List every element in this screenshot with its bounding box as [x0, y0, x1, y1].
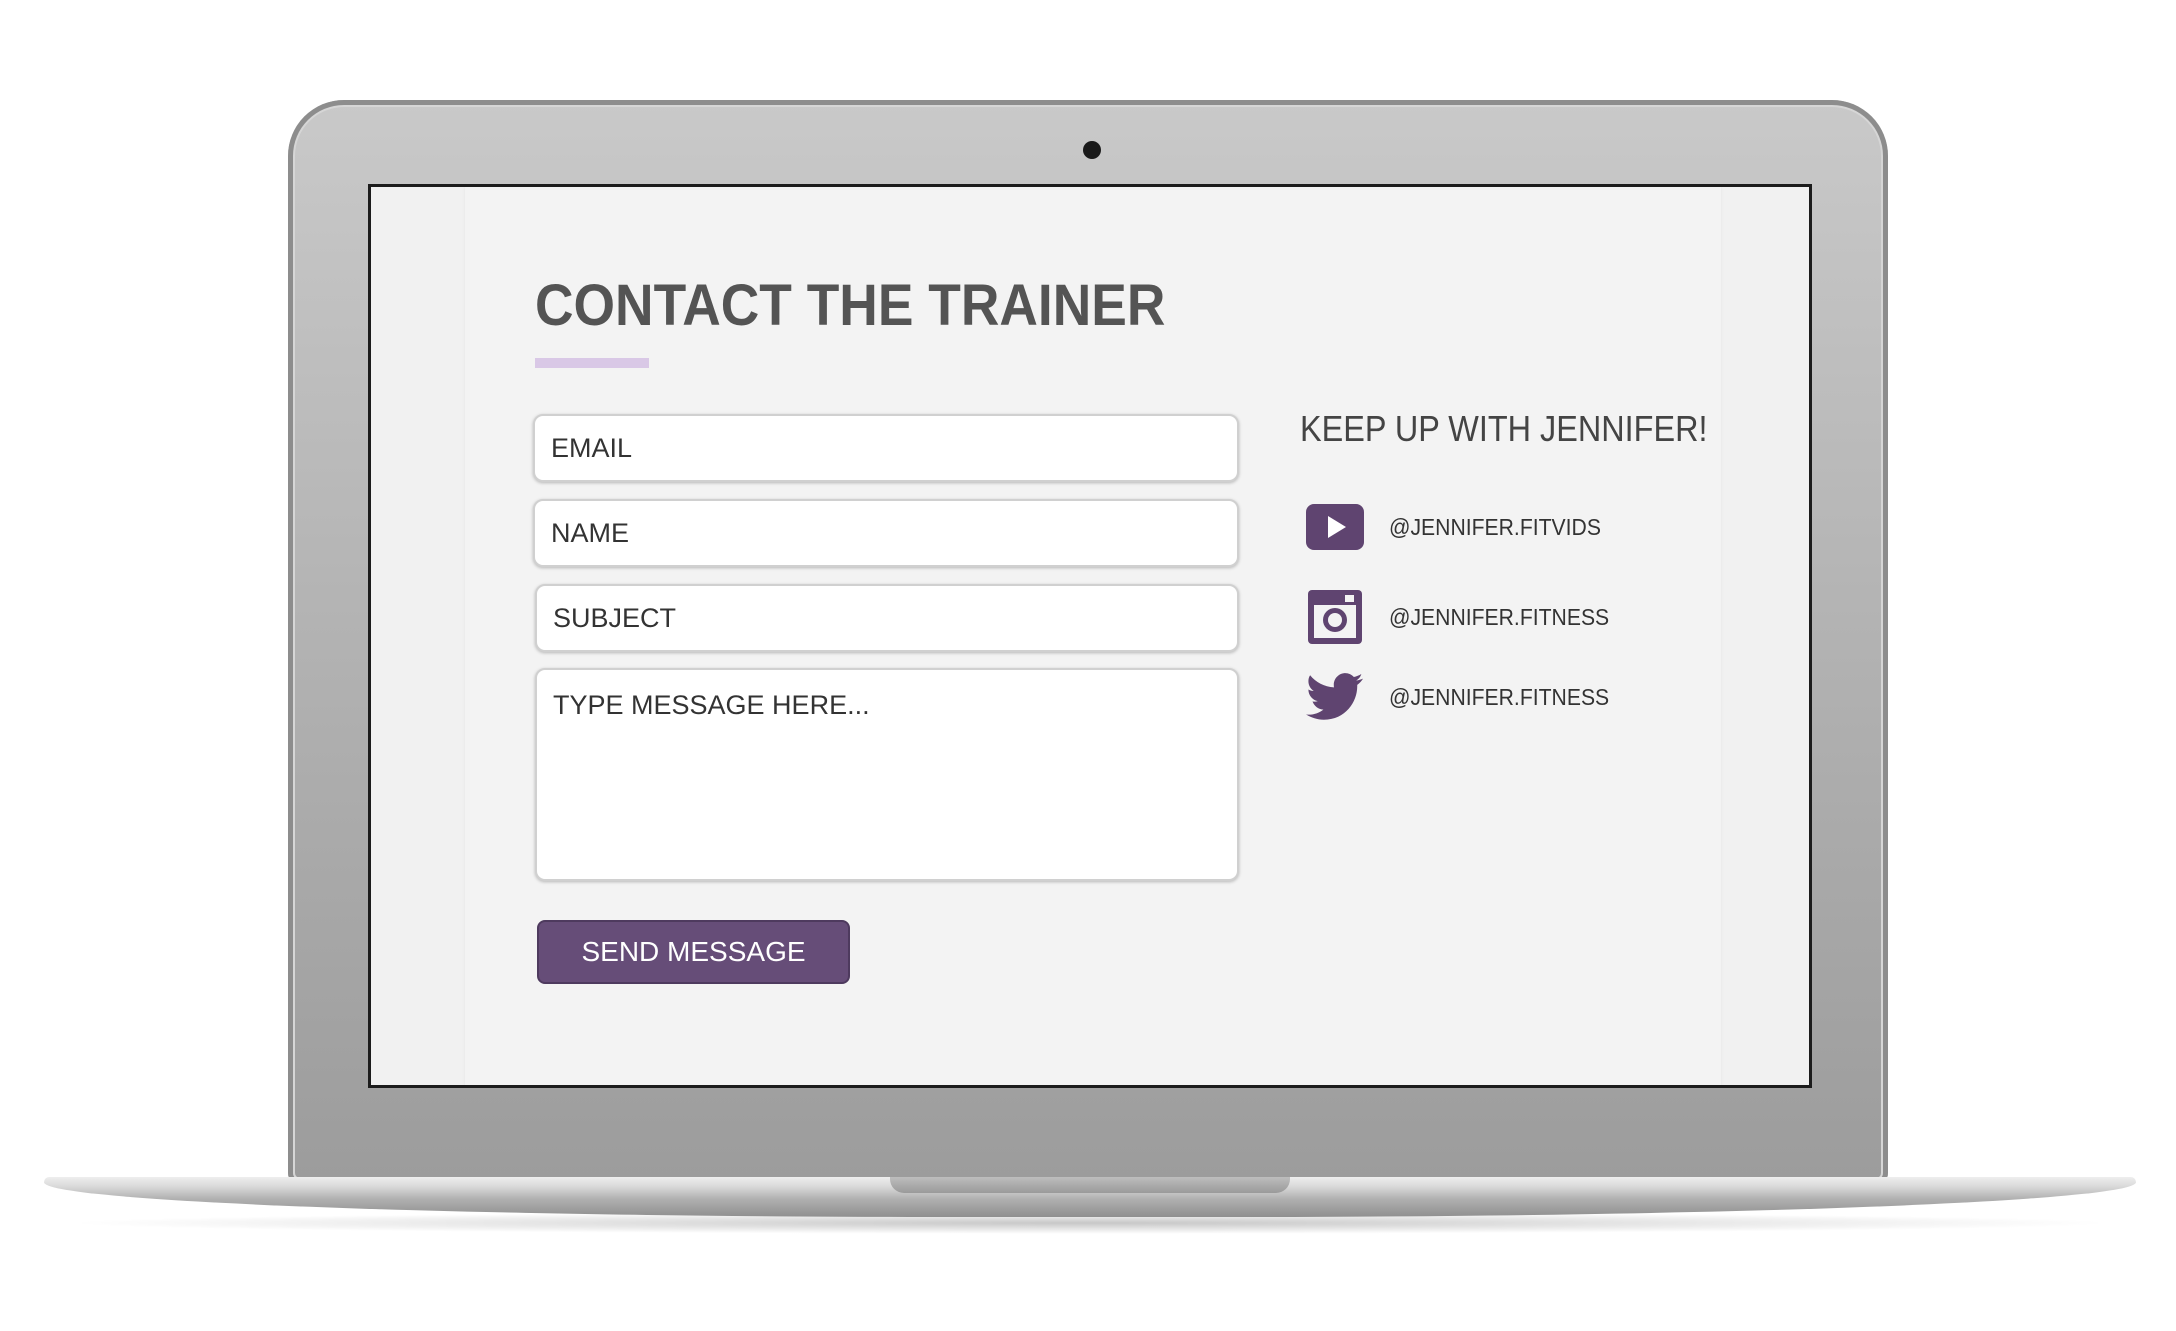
send-message-button[interactable]: SEND MESSAGE — [537, 920, 850, 984]
message-field[interactable] — [535, 668, 1239, 881]
page-title: CONTACT THE TRAINER — [535, 273, 1166, 338]
social-link-youtube[interactable]: @JENNIFER.FITVIDS — [1305, 497, 1619, 557]
title-underline — [535, 358, 649, 368]
laptop-notch — [890, 1177, 1290, 1193]
social-handle: @JENNIFER.FITVIDS — [1389, 513, 1601, 540]
subject-field[interactable] — [535, 584, 1239, 652]
twitter-icon — [1305, 667, 1365, 727]
instagram-icon — [1305, 587, 1365, 647]
webcam — [1083, 141, 1101, 159]
social-link-twitter[interactable]: @JENNIFER.FITNESS — [1305, 667, 1628, 727]
social-handle: @JENNIFER.FITNESS — [1389, 683, 1610, 710]
social-link-instagram[interactable]: @JENNIFER.FITNESS — [1305, 587, 1628, 647]
social-handle: @JENNIFER.FITNESS — [1389, 603, 1610, 630]
youtube-icon — [1305, 497, 1365, 557]
email-field[interactable] — [533, 414, 1239, 482]
laptop-mockup: CONTACT THE TRAINER SEND MESSAGE KEEP UP… — [0, 0, 2176, 1331]
name-field[interactable] — [533, 499, 1239, 567]
social-heading: KEEP UP WITH JENNIFER! — [1300, 408, 1708, 449]
